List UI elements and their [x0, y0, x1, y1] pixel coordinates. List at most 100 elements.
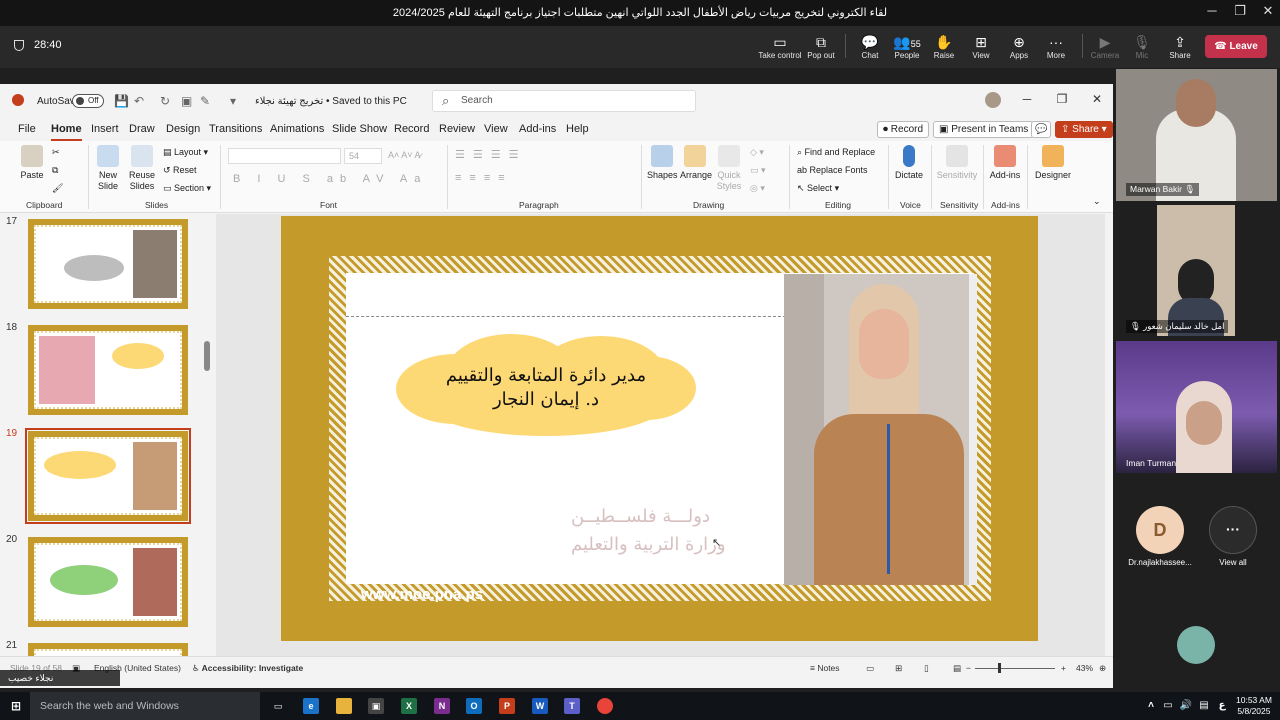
layout-button[interactable]: ▤ Layout ▾: [163, 147, 208, 158]
zoom-in-icon[interactable]: +: [1061, 663, 1066, 673]
add-ins-button[interactable]: Add-ins: [988, 145, 1022, 181]
accessibility-status[interactable]: ♿ Accessibility: Investigate: [192, 663, 303, 674]
slide-thumbnail-21[interactable]: [28, 643, 188, 656]
increase-font-icon[interactable]: A˄ A˅ A̷: [388, 150, 421, 160]
volume-icon[interactable]: 🔊: [1178, 698, 1194, 714]
designer-button[interactable]: Designer: [1033, 145, 1073, 181]
fit-slide-icon[interactable]: ⊕: [1099, 663, 1106, 674]
file-explorer-icon[interactable]: [336, 698, 352, 714]
find-replace-button[interactable]: ⌕ Find and Replace: [797, 147, 875, 158]
minimize-icon[interactable]: ─: [1017, 92, 1037, 106]
replace-fonts-button[interactable]: ab Replace Fonts: [797, 165, 868, 175]
task-view-icon[interactable]: ▭: [270, 698, 286, 714]
quick-styles-button[interactable]: Quick Styles: [715, 145, 743, 192]
teams-icon[interactable]: T: [564, 698, 580, 714]
present-in-teams-button[interactable]: ▣ Present in Teams: [933, 121, 1035, 138]
close-icon[interactable]: ✕: [1253, 3, 1280, 19]
slide-thumbnail-20[interactable]: [28, 537, 188, 627]
shapes-button[interactable]: Shapes: [647, 145, 678, 181]
outlook-icon[interactable]: O: [466, 698, 482, 714]
account-avatar[interactable]: [985, 92, 1001, 108]
close-icon[interactable]: ✕: [1087, 92, 1107, 106]
font-name-box[interactable]: [228, 148, 341, 164]
tab-slide-show[interactable]: Slide Show: [332, 123, 387, 135]
present-icon[interactable]: ▣: [181, 94, 192, 108]
word-icon[interactable]: W: [532, 698, 548, 714]
comments-icon[interactable]: 💬: [1031, 121, 1051, 138]
copy-icon[interactable]: ⧉: [52, 165, 58, 176]
restore-icon[interactable]: ❐: [1052, 92, 1072, 106]
current-slide[interactable]: مدير دائرة المتابعة والتقييم د. إيمان ال…: [281, 216, 1038, 641]
tab-insert[interactable]: Insert: [91, 123, 119, 135]
zoom-level[interactable]: 43%: [1076, 663, 1093, 673]
save-icon[interactable]: 💾: [114, 94, 129, 108]
windows-start-icon[interactable]: ⊞: [8, 698, 24, 714]
onenote-icon[interactable]: N: [434, 698, 450, 714]
zoom-out-icon[interactable]: −: [966, 663, 971, 673]
autosave-toggle[interactable]: Off: [72, 94, 104, 108]
collapse-ribbon-icon[interactable]: ⌄: [1093, 196, 1101, 207]
shape-fill-icon[interactable]: ◇ ▾: [750, 147, 764, 158]
slide-thumbnail-18[interactable]: [28, 325, 188, 415]
tab-design[interactable]: Design: [166, 123, 200, 135]
font-size-box[interactable]: 54: [344, 148, 382, 164]
cut-icon[interactable]: ✂: [52, 147, 60, 158]
tab-home[interactable]: Home: [51, 123, 82, 141]
tab-help[interactable]: Help: [566, 123, 589, 135]
tab-add-ins[interactable]: Add-ins: [519, 123, 556, 135]
input-language-icon[interactable]: ع: [1214, 698, 1230, 714]
share-button[interactable]: ⇪ Share ▾: [1055, 121, 1113, 138]
store-icon[interactable]: ▣: [368, 698, 384, 714]
search-box[interactable]: Search: [432, 90, 696, 112]
select-button[interactable]: ↖ Select ▾: [797, 183, 839, 194]
section-button[interactable]: ▭ Section ▾: [163, 183, 211, 194]
tab-view[interactable]: View: [484, 123, 508, 135]
format-painter-icon[interactable]: 🖌: [52, 183, 63, 194]
thumbnails-scrollbar[interactable]: [204, 216, 210, 656]
document-name[interactable]: تخريج تهيئة نجلاء • Saved to this PC: [255, 96, 407, 107]
draw-icon[interactable]: ✎: [200, 94, 210, 108]
taskbar-search[interactable]: Search the web and Windows: [30, 692, 260, 720]
tab-record[interactable]: Record: [394, 123, 429, 135]
reading-view-icon[interactable]: ▯: [924, 663, 929, 674]
new-slide-button[interactable]: New Slide: [93, 145, 123, 192]
tab-draw[interactable]: Draw: [129, 123, 155, 135]
align-icons[interactable]: ≡≡≡≡: [455, 172, 513, 184]
tab-review[interactable]: Review: [439, 123, 475, 135]
system-clock[interactable]: 10:53 AM 5/8/2025: [1236, 695, 1272, 717]
font-format-icons[interactable]: B I U S ab AV Aa: [233, 173, 427, 185]
participant-tile-amal[interactable]: امل خالد سليمان شعور 🎙: [1116, 203, 1277, 338]
normal-view-icon[interactable]: ▭: [866, 663, 874, 674]
participant-tile-iman[interactable]: Iman Turman: [1116, 341, 1277, 473]
chrome-icon[interactable]: [597, 698, 613, 714]
zoom-slider-thumb[interactable]: [998, 663, 1001, 673]
tab-file[interactable]: File: [18, 123, 36, 135]
list-icons[interactable]: ☰☰☰☰: [455, 148, 526, 161]
reuse-slides-button[interactable]: Reuse Slides: [127, 145, 157, 192]
excel-icon[interactable]: X: [401, 698, 417, 714]
self-view-tile[interactable]: [1116, 574, 1277, 688]
edge-icon[interactable]: e: [303, 698, 319, 714]
dictate-button[interactable]: Dictate: [893, 145, 925, 181]
minimize-icon[interactable]: ─: [1197, 3, 1227, 18]
reset-button[interactable]: ↺ Reset: [163, 165, 197, 176]
speaker-photo[interactable]: [784, 274, 977, 585]
participant-tile-marwan[interactable]: Marwan Bakir 🎙: [1116, 69, 1277, 201]
tab-transitions[interactable]: Transitions: [209, 123, 262, 135]
paste-button[interactable]: Paste: [18, 145, 46, 181]
pop-out-button[interactable]: ⧉ Pop out: [798, 33, 844, 60]
network-icon[interactable]: ▭: [1160, 698, 1176, 714]
more-button[interactable]: ··· More: [1033, 33, 1079, 60]
slide-thumbnail-19[interactable]: [25, 428, 191, 524]
share-screen-button[interactable]: ⇪ Share: [1157, 33, 1203, 60]
scrollbar-thumb[interactable]: [204, 341, 210, 371]
notifications-icon[interactable]: ▤: [1196, 698, 1212, 714]
slide-sorter-icon[interactable]: ⊞: [895, 663, 902, 674]
undo-icon[interactable]: ↶: [134, 94, 144, 108]
notes-button[interactable]: ≡ Notes: [810, 663, 840, 673]
slide-title-text[interactable]: مدير دائرة المتابعة والتقييم د. إيمان ال…: [416, 364, 676, 412]
sensitivity-button[interactable]: Sensitivity: [936, 145, 978, 181]
slide-thumbnail-17[interactable]: [28, 219, 188, 309]
take-control-button[interactable]: ▭ Take control: [757, 33, 803, 60]
tray-chevron-icon[interactable]: ˄: [1143, 698, 1159, 714]
